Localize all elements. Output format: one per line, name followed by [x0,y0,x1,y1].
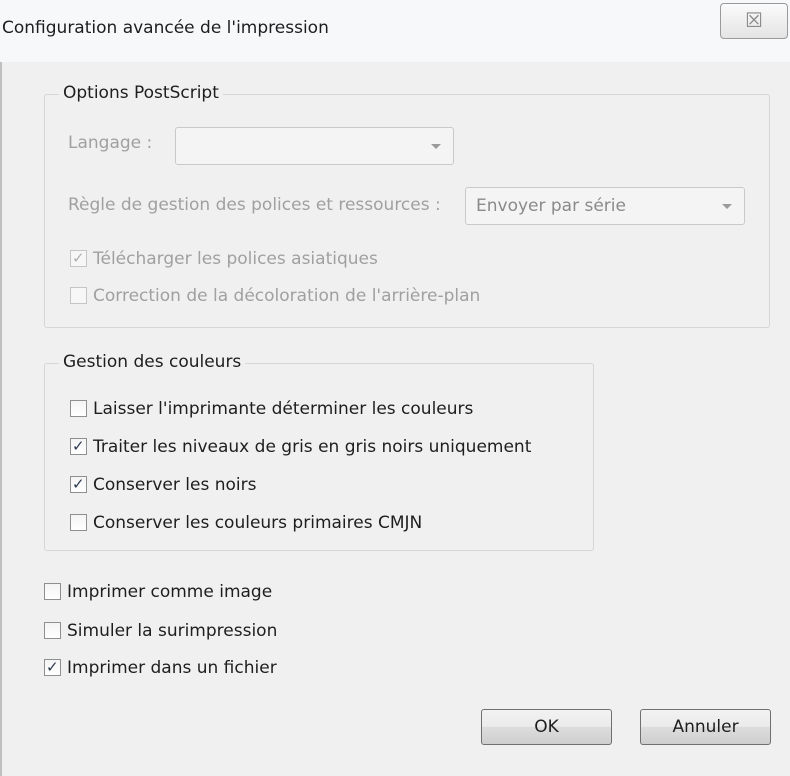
print-to-file-label: Imprimer dans un fichier [67,658,277,678]
close-button[interactable]: ☒ [720,3,788,39]
close-icon: ☒ [745,8,763,32]
chevron-down-icon [431,144,441,149]
checkmark-icon: ✓ [72,475,85,493]
cancel-button[interactable]: Annuler [640,709,771,745]
checkmark-icon: ✓ [72,249,85,267]
font-policy-select[interactable]: Envoyer par série [465,187,745,225]
window-border [0,62,2,776]
chevron-down-icon [722,204,732,209]
checkbox-box[interactable]: ✓ [70,249,87,267]
color-management-legend: Gestion des couleurs [59,352,246,372]
simulate-overprint-label: Simuler la surimpression [67,621,278,641]
checkbox-box[interactable]: ✓ [70,437,87,455]
checkbox-box[interactable]: ✓ [70,475,87,493]
checkbox-box[interactable] [70,287,87,304]
checkbox-box[interactable] [70,400,87,417]
preserve-cmyk-label: Conserver les couleurs primaires CMJN [93,513,423,533]
preserve-blacks-label: Conserver les noirs [93,475,257,495]
window-title: Configuration avancée de l'impression [2,18,329,38]
checkbox-box[interactable] [44,622,61,639]
checkbox-box[interactable] [44,583,61,600]
checkbox-box[interactable] [70,514,87,531]
ok-button[interactable]: OK [481,709,612,745]
checkmark-icon: ✓ [46,658,59,676]
title-bar: Configuration avancée de l'impression ☒ [0,0,790,62]
bg-discoloration-label: Correction de la décoloration de l'arriè… [93,286,481,306]
print-as-image-label: Imprimer comme image [67,582,273,602]
font-policy-select-value: Envoyer par série [476,196,626,216]
checkmark-icon: ✓ [72,437,85,455]
gray-as-black-label: Traiter les niveaux de gris en gris noir… [93,437,532,457]
printer-determines-colors-label: Laisser l'imprimante déterminer les coul… [93,399,474,419]
postscript-options-legend: Options PostScript [59,83,223,103]
language-select[interactable] [175,127,454,165]
language-label: Langage : [68,133,153,153]
checkbox-box[interactable]: ✓ [44,658,61,676]
font-policy-label: Règle de gestion des polices et ressourc… [68,195,441,215]
download-asian-fonts-label: Télécharger les polices asiatiques [93,249,378,269]
